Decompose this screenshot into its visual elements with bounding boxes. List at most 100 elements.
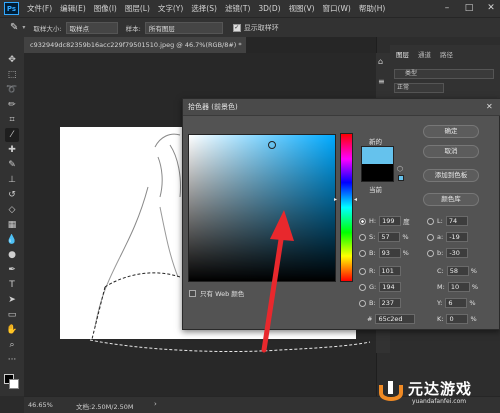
tab-layers[interactable]: 图层 — [396, 49, 409, 59]
brush-tool-icon[interactable]: ✎ — [5, 158, 19, 172]
marquee-tool-icon[interactable]: ⬚ — [5, 68, 19, 82]
lab-a-radio[interactable] — [427, 233, 434, 241]
saturation-radio[interactable] — [359, 233, 366, 241]
lab-l-input[interactable]: 74 — [445, 216, 468, 226]
red-label: R: — [369, 267, 376, 275]
color-cursor[interactable] — [268, 141, 276, 149]
black-unit: % — [470, 315, 477, 323]
annotation-arrow — [261, 210, 294, 353]
chevron-down-icon[interactable]: ▾ — [22, 24, 25, 31]
show-ring-checkbox[interactable]: ✓ 显示取样环 — [232, 23, 279, 33]
history-brush-tool-icon[interactable]: ↺ — [5, 188, 19, 202]
magenta-label: M: — [437, 283, 445, 291]
slider-arrow-right-icon[interactable]: ◂ — [354, 196, 357, 203]
blue-input[interactable]: 237 — [378, 298, 401, 308]
properties-panel-icon[interactable]: ≡ — [378, 77, 385, 86]
healing-brush-tool-icon[interactable]: ✚ — [5, 143, 19, 157]
lab-l-radio[interactable] — [427, 217, 434, 225]
gradient-tool-icon[interactable]: ▦ — [5, 218, 19, 232]
web-colors-only-checkbox[interactable]: 只有 Web 颜色 — [189, 287, 244, 299]
kind-label: 类型 — [405, 70, 418, 77]
lab-a-input[interactable]: -19 — [446, 232, 469, 242]
history-panel-icon[interactable]: ⌂ — [378, 57, 383, 66]
menu-select[interactable]: 选择(S) — [191, 3, 217, 14]
tab-paths[interactable]: 路径 — [440, 49, 453, 59]
blend-mode-select[interactable]: 正常 — [394, 83, 444, 93]
lab-b-radio[interactable] — [427, 249, 434, 257]
background-color-swatch[interactable] — [9, 379, 19, 389]
lasso-tool-icon[interactable]: ➰ — [5, 83, 19, 97]
clone-stamp-tool-icon[interactable]: ⊥ — [5, 173, 19, 187]
layer-kind-filter[interactable]: 类型 — [394, 69, 494, 79]
hue-slider[interactable] — [340, 133, 353, 282]
menu-3d[interactable]: 3D(D) — [258, 4, 280, 13]
ok-button[interactable]: 确定 — [423, 125, 479, 138]
green-input[interactable]: 194 — [379, 282, 402, 292]
add-to-swatches-button[interactable]: 添加到色板 — [423, 169, 479, 182]
path-select-tool-icon[interactable]: ➤ — [5, 293, 19, 307]
menu-filter[interactable]: 滤镜(T) — [225, 3, 250, 14]
pen-tool-icon[interactable]: ✒ — [5, 263, 19, 277]
lab-b-field-row: b: -30 — [427, 247, 470, 259]
menu-help[interactable]: 帮助(H) — [359, 3, 386, 14]
rectangle-tool-icon[interactable]: ▭ — [5, 308, 19, 322]
web-colors-only-label: 只有 Web 颜色 — [200, 290, 245, 298]
web-safe-swatch[interactable] — [398, 175, 404, 181]
document-tab[interactable]: c932949dc82359b16acc229f79501510.jpeg @ … — [24, 37, 246, 53]
close-icon[interactable]: ✕ — [486, 102, 493, 111]
yellow-label: Y: — [437, 299, 443, 307]
eraser-tool-icon[interactable]: ◇ — [5, 203, 19, 217]
blue-radio[interactable] — [359, 299, 366, 307]
watermark-url: yuandafanfei.com — [412, 398, 467, 405]
lab-a-field-row: a: -19 — [427, 231, 470, 243]
menu-type[interactable]: 文字(Y) — [158, 3, 183, 14]
menu-edit[interactable]: 编辑(E) — [60, 3, 86, 14]
menu-image[interactable]: 图像(I) — [94, 3, 117, 14]
tab-channels[interactable]: 通道 — [418, 49, 431, 59]
hand-tool-icon[interactable]: ✋ — [5, 323, 19, 337]
color-libraries-button[interactable]: 颜色库 — [423, 193, 479, 206]
cancel-button[interactable]: 取消 — [423, 145, 479, 158]
move-tool-icon[interactable]: ✥ — [5, 53, 19, 67]
zoom-tool-icon[interactable]: ⌕ — [5, 338, 19, 352]
hue-input[interactable]: 199 — [379, 216, 402, 226]
hue-radio[interactable] — [359, 217, 366, 225]
magenta-input[interactable]: 10 — [447, 282, 470, 292]
lab-b-input[interactable]: -30 — [446, 248, 469, 258]
current-color-swatch[interactable] — [362, 164, 393, 181]
green-label: G: — [369, 283, 377, 291]
sample-select[interactable]: 所有图层 — [144, 21, 223, 34]
saturation-input[interactable]: 57 — [378, 232, 401, 242]
dodge-tool-icon[interactable]: ● — [5, 248, 19, 262]
red-radio[interactable] — [359, 267, 366, 275]
cyan-input[interactable]: 58 — [446, 266, 469, 276]
blur-tool-icon[interactable]: 💧 — [5, 233, 19, 247]
type-tool-icon[interactable]: T — [5, 278, 19, 292]
minimize-icon[interactable]: – — [440, 1, 454, 15]
slider-arrow-left-icon[interactable]: ▸ — [334, 196, 337, 203]
yellow-input[interactable]: 6 — [445, 298, 468, 308]
maximize-icon[interactable]: □ — [462, 1, 476, 15]
close-icon[interactable]: ✕ — [484, 1, 498, 15]
menu-layer[interactable]: 图层(L) — [125, 3, 150, 14]
zoom-level[interactable]: 46.65% — [28, 401, 53, 409]
quick-select-tool-icon[interactable]: ✏ — [5, 98, 19, 112]
eyedropper-icon[interactable]: ✎ — [10, 22, 18, 33]
black-input[interactable]: 0 — [446, 314, 469, 324]
cube-warning-icon[interactable]: ⬡ — [397, 165, 403, 173]
more-tools-icon[interactable]: ··· — [5, 353, 19, 367]
menu-view[interactable]: 视图(V) — [289, 3, 315, 14]
chevron-right-icon[interactable]: › — [154, 400, 157, 408]
sample-size-select[interactable]: 取样点 — [65, 21, 118, 34]
crop-tool-icon[interactable]: ⌗ — [5, 113, 19, 127]
menu-file[interactable]: 文件(F) — [27, 3, 52, 14]
hex-input[interactable]: 65c2ed — [375, 314, 416, 324]
black-label: K: — [437, 315, 444, 323]
eyedropper-tool-icon[interactable]: ⁄ — [5, 128, 19, 142]
lab-l-field-row: L: 74 — [427, 215, 470, 227]
brightness-input[interactable]: 93 — [378, 248, 401, 258]
red-input[interactable]: 101 — [378, 266, 401, 276]
menu-window[interactable]: 窗口(W) — [323, 3, 351, 14]
green-radio[interactable] — [359, 283, 366, 291]
brightness-radio[interactable] — [359, 249, 366, 257]
